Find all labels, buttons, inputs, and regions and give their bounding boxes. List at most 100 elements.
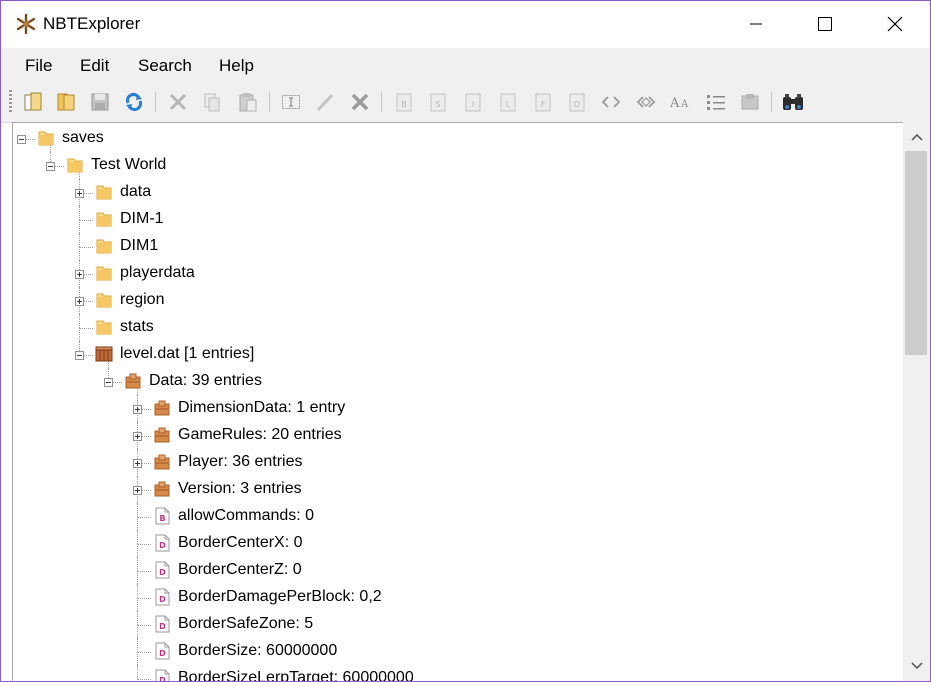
svg-text:D: D	[159, 649, 166, 658]
refresh-button[interactable]	[121, 89, 147, 115]
find-button[interactable]	[780, 89, 806, 115]
add-float-icon: F	[535, 93, 551, 112]
app-window: NBTExplorer File Edit Search Help B S I …	[0, 0, 931, 682]
nbt-tree-view[interactable]: saves Test World data DIM-1 DIM1 playerdata re…	[12, 122, 904, 682]
tree-node-label[interactable]: BorderCenterZ: 0	[178, 561, 302, 579]
tree-node-label[interactable]: Version: 3 entries	[178, 480, 302, 498]
minimize-icon	[750, 23, 762, 25]
tree-connector	[137, 678, 151, 680]
tree-node-label[interactable]: allowCommands: 0	[178, 507, 314, 525]
add-long-button[interactable]: L	[495, 89, 521, 115]
cut-button[interactable]	[165, 89, 191, 115]
add-int-button[interactable]: I	[460, 89, 486, 115]
tree-node-label[interactable]: BorderSafeZone: 5	[178, 615, 313, 633]
close-button[interactable]	[872, 1, 918, 47]
open-file-button[interactable]	[20, 89, 46, 115]
tree-connector	[79, 206, 80, 220]
toolbar: B S I L F D AA	[1, 82, 930, 123]
edit-button[interactable]	[312, 89, 338, 115]
tree-node-label[interactable]: Data: 39 entries	[149, 372, 262, 390]
expand-toggle[interactable]	[133, 404, 142, 414]
maximize-button[interactable]	[802, 1, 848, 47]
tree-connector	[137, 516, 138, 530]
expand-toggle[interactable]	[133, 431, 142, 441]
menu-file[interactable]: File	[25, 56, 52, 76]
tree-node-label[interactable]: stats	[120, 318, 154, 336]
toolbar-separator	[381, 92, 382, 112]
tree-connector	[137, 624, 138, 638]
svg-text:I: I	[472, 100, 474, 109]
tree-node-label[interactable]: Player: 36 entries	[178, 453, 303, 471]
toolbar-separator	[155, 92, 156, 112]
paste-button[interactable]	[235, 89, 261, 115]
tree-connector	[79, 314, 80, 328]
scroll-up-button[interactable]	[903, 124, 930, 150]
collapse-toggle[interactable]	[17, 134, 26, 144]
expand-toggle[interactable]	[75, 269, 84, 279]
tree-node-label[interactable]: BorderCenterX: 0	[178, 534, 303, 552]
tree-node-label[interactable]: DIM-1	[120, 210, 164, 228]
rename-button[interactable]	[278, 89, 304, 115]
add-float-button[interactable]: F	[530, 89, 556, 115]
tree-connector	[137, 570, 151, 572]
expand-toggle[interactable]	[75, 296, 84, 306]
tree-node-label[interactable]: BorderDamagePerBlock: 0,2	[178, 588, 382, 606]
add-short-icon: S	[430, 93, 446, 112]
svg-text:L: L	[506, 100, 511, 109]
menu-edit[interactable]: Edit	[80, 56, 109, 76]
scrollbar-thumb[interactable]	[905, 151, 927, 355]
add-short-button[interactable]: S	[425, 89, 451, 115]
svg-text:S: S	[435, 100, 440, 109]
toolbar-grip[interactable]	[9, 90, 12, 114]
scroll-down-button[interactable]	[903, 653, 930, 679]
compound-icon	[153, 480, 171, 498]
save-button[interactable]	[87, 89, 113, 115]
open-folder-button[interactable]	[53, 89, 79, 115]
menu-bar: File Edit Search Help	[1, 48, 930, 82]
tree-connector	[137, 624, 151, 626]
tree-node-label[interactable]: DimensionData: 1 entry	[178, 399, 345, 417]
tree-connector	[137, 503, 138, 517]
folder-icon	[95, 318, 113, 336]
tree-node-label[interactable]: data	[120, 183, 151, 201]
add-long-icon: L	[500, 93, 516, 112]
delete-button[interactable]	[347, 89, 373, 115]
tree-connector	[79, 219, 80, 233]
add-string-button[interactable]: AA	[668, 89, 694, 115]
add-compound-button[interactable]	[737, 89, 763, 115]
tree-node-label[interactable]: region	[120, 291, 164, 309]
collapse-toggle[interactable]	[104, 377, 113, 387]
menu-help[interactable]: Help	[219, 56, 254, 76]
minimize-button[interactable]	[733, 1, 779, 47]
tree-node-label[interactable]: BorderSizeLerpTarget: 60000000	[178, 669, 414, 682]
tree-connector	[137, 543, 151, 545]
collapse-toggle[interactable]	[46, 161, 55, 171]
tree-node-label[interactable]: playerdata	[120, 264, 195, 282]
add-double-button[interactable]: D	[564, 89, 590, 115]
copy-button[interactable]	[199, 89, 225, 115]
menu-search[interactable]: Search	[138, 56, 192, 76]
svg-text:D: D	[159, 568, 166, 577]
expand-toggle[interactable]	[75, 188, 84, 198]
tree-node-label[interactable]: Test World	[91, 156, 166, 174]
add-int-array-button[interactable]	[633, 89, 659, 115]
expand-toggle[interactable]	[133, 485, 142, 495]
tree-node-label[interactable]: level.dat [1 entries]	[120, 345, 254, 363]
add-list-icon	[707, 95, 725, 110]
tree-connector	[79, 246, 80, 260]
svg-text:F: F	[541, 100, 546, 109]
add-byte-button[interactable]: B	[391, 89, 417, 115]
tree-node-label[interactable]: BorderSize: 60000000	[178, 642, 337, 660]
add-list-button[interactable]	[703, 89, 729, 115]
folder-icon	[95, 291, 113, 309]
add-byte-array-button[interactable]	[598, 89, 624, 115]
tree-node-label[interactable]: saves	[62, 129, 104, 147]
folder-icon	[66, 156, 84, 174]
vertical-scrollbar[interactable]	[903, 122, 930, 681]
collapse-toggle[interactable]	[75, 350, 84, 360]
tree-node-label[interactable]: GameRules: 20 entries	[178, 426, 342, 444]
tree-node-label[interactable]: DIM1	[120, 237, 158, 255]
expand-toggle[interactable]	[133, 458, 142, 468]
tree-connector	[137, 678, 138, 681]
tree-connector	[137, 597, 138, 611]
